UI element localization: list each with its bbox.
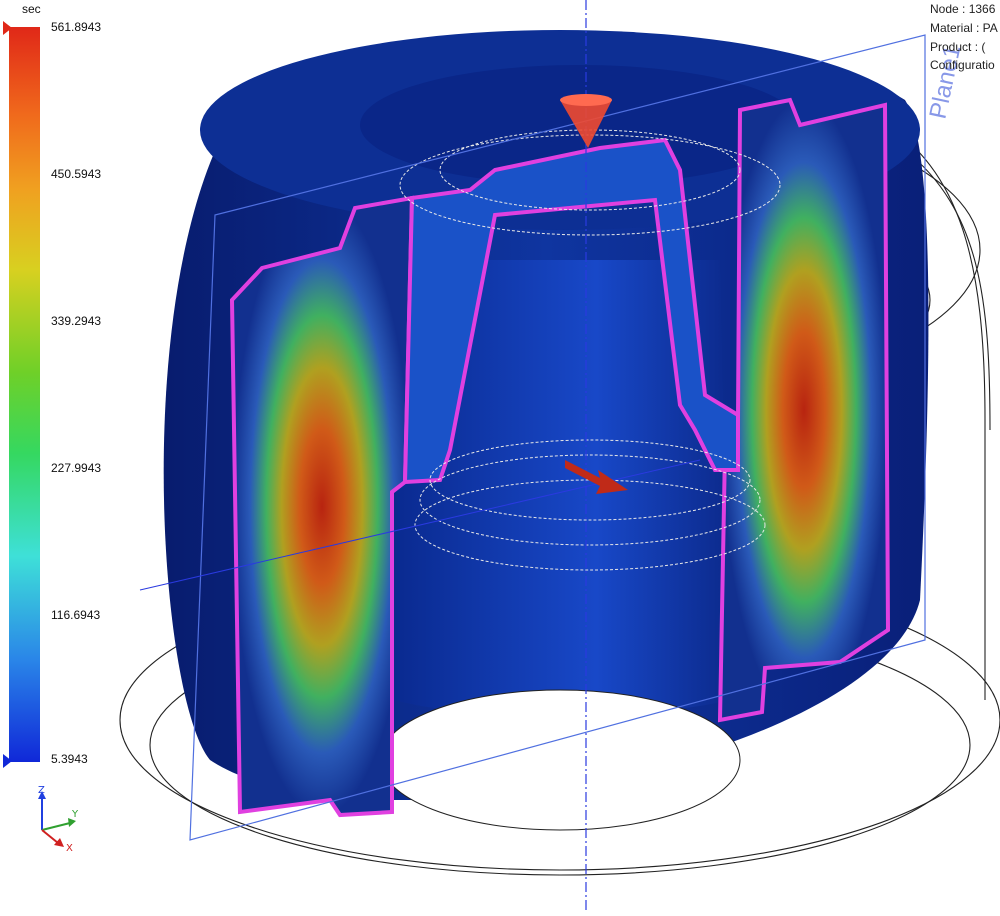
triad-x-label: X (66, 843, 73, 854)
legend-tick-5: 116.6943 (51, 608, 101, 622)
legend-color-bar (9, 27, 40, 762)
right-section (717, 97, 891, 723)
legend-tick-1: 561.8943 (51, 20, 102, 34)
legend-tick-3: 339.2943 (51, 314, 102, 328)
mold-part-model[interactable]: Plane1 (0, 0, 1000, 911)
plane-label: Plane1 (924, 43, 966, 122)
info-configuration: Configuratio (930, 58, 995, 72)
legend-tick-4: 227.9943 (51, 461, 102, 475)
legend-tick-2: 450.5943 (51, 167, 102, 181)
legend-tick-6: 5.3943 (51, 752, 88, 766)
legend-min-marker[interactable] (3, 754, 12, 768)
info-material: Material : PA (930, 21, 998, 35)
info-product: Product : ( (930, 40, 986, 54)
legend-max-marker[interactable] (3, 21, 12, 35)
left-section (229, 195, 415, 818)
axis-triad[interactable]: Z Y X (28, 785, 88, 855)
legend-unit: sec (22, 2, 41, 16)
info-node: Node : 1366 (930, 2, 996, 16)
graphics-viewport[interactable]: Plane1 (0, 0, 1000, 911)
triad-y-label: Y (71, 809, 79, 820)
triad-z-label: Z (38, 785, 45, 796)
